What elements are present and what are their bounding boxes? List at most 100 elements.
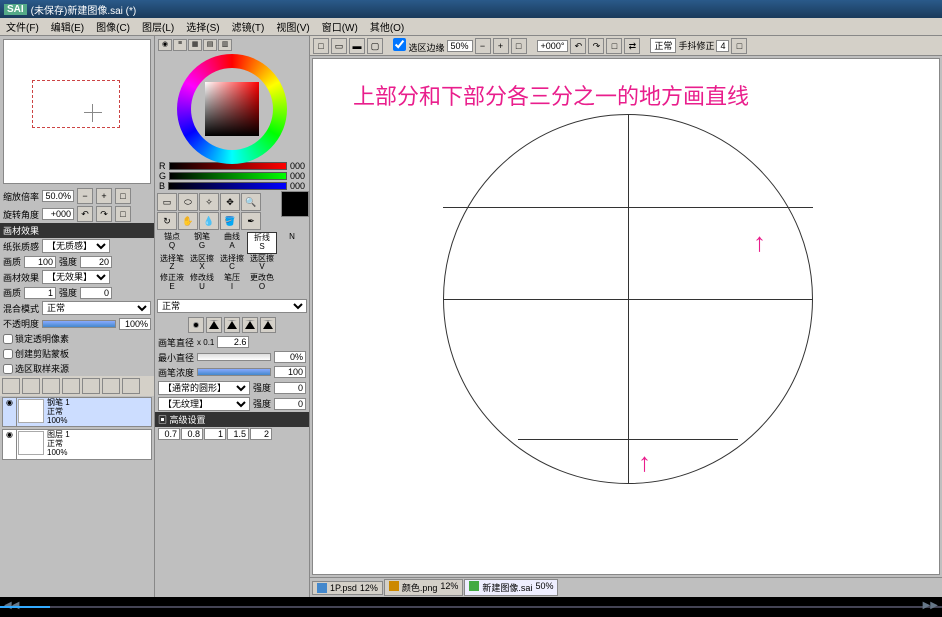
opacity-value[interactable]: 100% xyxy=(119,318,151,330)
zoom-fit-button[interactable]: □ xyxy=(511,38,527,54)
merge-button[interactable] xyxy=(82,378,100,394)
effect-select[interactable]: 【无效果】 xyxy=(42,270,110,284)
preset-3[interactable]: 1 xyxy=(204,428,226,440)
tool-polyline[interactable]: 折线S xyxy=(247,232,277,254)
rot-ccw-button[interactable]: ↶ xyxy=(570,38,586,54)
brush-min-slider[interactable] xyxy=(197,353,271,361)
select-tool[interactable]: ▭ xyxy=(157,193,177,211)
flip-button[interactable]: ⇄ xyxy=(624,38,640,54)
preset-4[interactable]: 1.5 xyxy=(227,428,249,440)
brush-tri4[interactable] xyxy=(260,317,276,333)
menu-window[interactable]: 窗口(W) xyxy=(316,19,364,34)
progress-track[interactable] xyxy=(50,606,942,608)
canvas[interactable]: 上部分和下部分各三分之一的地方画直线 ↑ ↑ xyxy=(312,58,940,575)
eff-w[interactable]: 1 xyxy=(24,287,56,299)
lock-alpha-checkbox[interactable]: 锁定透明像素 xyxy=(0,331,154,346)
mix-tab[interactable]: ▤ xyxy=(203,39,217,51)
eff-s[interactable]: 0 xyxy=(80,287,112,299)
zoom-plus-button[interactable]: + xyxy=(96,188,112,204)
tool-n[interactable]: N xyxy=(277,232,307,254)
brush-tex2-select[interactable]: 【无纹理】 xyxy=(158,397,250,411)
preset-2[interactable]: 0.8 xyxy=(181,428,203,440)
layer-item-pen[interactable]: ◉ 钢笔 1 正常 100% xyxy=(2,397,152,427)
mode-select[interactable]: 正常 xyxy=(650,38,676,53)
menu-filter[interactable]: 滤镜(T) xyxy=(226,19,271,34)
bucket-tool[interactable]: 🪣 xyxy=(220,212,240,230)
sel-edge-check[interactable]: 选区边缘 xyxy=(393,38,445,54)
brush-size-value[interactable]: 2.6 xyxy=(217,336,249,348)
clip-mask-checkbox[interactable]: 创建剪贴蒙板 xyxy=(0,346,154,361)
tex1-value[interactable]: 0 xyxy=(274,382,306,394)
tool-selerase[interactable]: 选区擦X xyxy=(187,254,217,274)
zoom-minus-button[interactable]: − xyxy=(77,188,93,204)
tool-anchor[interactable]: 锚点Q xyxy=(157,232,187,254)
zoom-select[interactable]: 50% xyxy=(447,40,473,52)
visibility-icon[interactable]: ◉ xyxy=(3,398,17,426)
tb-btn-4[interactable]: ▢ xyxy=(367,38,383,54)
pen-tool[interactable]: ✒ xyxy=(241,212,261,230)
tool-pressure[interactable]: 笔压I xyxy=(217,273,247,293)
angle-select[interactable]: +000° xyxy=(537,40,569,52)
next-button[interactable]: ▶▶ xyxy=(923,600,938,611)
color-wheel[interactable] xyxy=(177,54,287,164)
tex2-value[interactable]: 0 xyxy=(274,398,306,410)
rotate-value[interactable]: +000 xyxy=(42,208,74,220)
rot-reset-button[interactable]: □ xyxy=(606,38,622,54)
eyedrop-tool[interactable]: 💧 xyxy=(199,212,219,230)
paper-s[interactable]: 20 xyxy=(80,256,112,268)
navigator-viewport[interactable] xyxy=(32,80,120,128)
rotate-cw-button[interactable]: ↷ xyxy=(96,206,112,222)
brush-min-value[interactable]: 0% xyxy=(274,351,306,363)
tool-selerase2[interactable]: 选择擦C xyxy=(217,254,247,274)
tab-color[interactable]: 颜色.png12% xyxy=(384,579,464,596)
tool-pen[interactable]: 钢笔G xyxy=(187,232,217,254)
menu-other[interactable]: 其他(O) xyxy=(364,19,410,34)
menu-view[interactable]: 视图(V) xyxy=(270,19,315,34)
wheel-tab[interactable]: ◉ xyxy=(158,39,172,51)
brush-tri1[interactable] xyxy=(206,317,222,333)
clear-button[interactable] xyxy=(102,378,120,394)
new-layer-button[interactable] xyxy=(2,378,20,394)
tool-blank1[interactable] xyxy=(277,254,307,274)
rotate-ccw-button[interactable]: ↶ xyxy=(77,206,93,222)
bars-tab[interactable]: ≡ xyxy=(173,39,187,51)
brush-round[interactable] xyxy=(188,317,204,333)
brush-tex1-select[interactable]: 【通常的圆形】 xyxy=(158,381,250,395)
stabilize-select[interactable]: 4 xyxy=(716,40,729,52)
tool-modline[interactable]: 修改线U xyxy=(187,273,217,293)
menu-file[interactable]: 文件(F) xyxy=(0,19,45,34)
adv-header[interactable]: ▣ 高级设置 xyxy=(155,412,309,427)
tool-selpen[interactable]: 选择笔Z xyxy=(157,254,187,274)
brush-density-slider[interactable] xyxy=(197,368,271,376)
tool-selerase3[interactable]: 选区擦V xyxy=(247,254,277,274)
delete-layer-button[interactable] xyxy=(122,378,140,394)
zoom-out-button[interactable]: − xyxy=(475,38,491,54)
navigator[interactable] xyxy=(3,39,151,184)
swatch-tab[interactable]: ▦ xyxy=(188,39,202,51)
zoom-reset-button[interactable]: □ xyxy=(115,188,131,204)
preset-1[interactable]: 0.7 xyxy=(158,428,180,440)
transfer-button[interactable] xyxy=(62,378,80,394)
zoom-in-button[interactable]: + xyxy=(493,38,509,54)
new-pen-layer-button[interactable] xyxy=(22,378,40,394)
blend-select[interactable]: 正常 xyxy=(42,301,151,315)
paper-w[interactable]: 100 xyxy=(24,256,56,268)
zoom-tool[interactable]: 🔍 xyxy=(241,193,261,211)
menu-layer[interactable]: 图层(L) xyxy=(136,19,180,34)
g-slider[interactable] xyxy=(169,172,287,180)
brush-mode-select[interactable]: 正常 xyxy=(157,299,307,313)
tool-chgcolor[interactable]: 更改色O xyxy=(247,273,277,293)
rotate-tool[interactable]: ↻ xyxy=(157,212,177,230)
new-folder-button[interactable] xyxy=(42,378,60,394)
tool-correct[interactable]: 修正液E xyxy=(157,273,187,293)
brush-density-value[interactable]: 100 xyxy=(274,366,306,378)
hist-tab[interactable]: ▥ xyxy=(218,39,232,51)
menu-edit[interactable]: 编辑(E) xyxy=(45,19,90,34)
tool-blank2[interactable] xyxy=(277,273,307,293)
tb-extra-button[interactable]: □ xyxy=(731,38,747,54)
tb-btn-2[interactable]: ▭ xyxy=(331,38,347,54)
paper-select[interactable]: 【无质感】 xyxy=(42,239,110,253)
lasso-tool[interactable]: ⬭ xyxy=(178,193,198,211)
menu-select[interactable]: 选择(S) xyxy=(180,19,225,34)
wand-tool[interactable]: ✧ xyxy=(199,193,219,211)
